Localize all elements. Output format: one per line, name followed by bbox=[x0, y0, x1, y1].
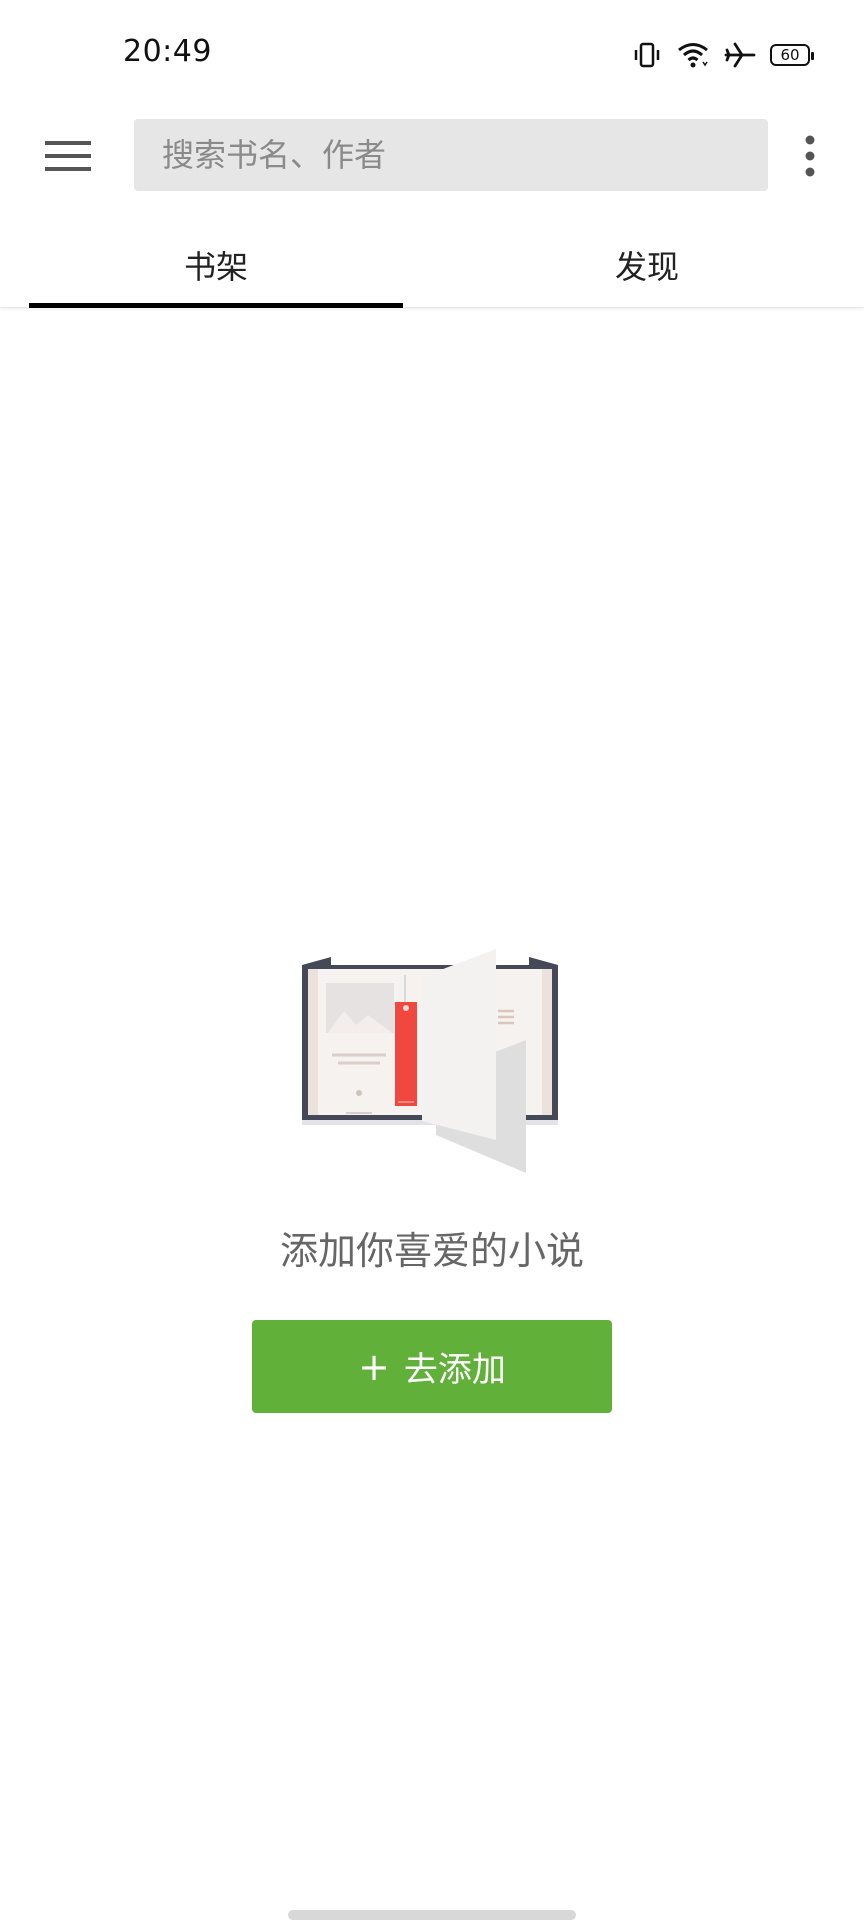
tab-bookshelf[interactable]: 书架 bbox=[29, 222, 403, 308]
top-toolbar bbox=[0, 110, 864, 202]
status-icons: 60 bbox=[632, 38, 814, 72]
hamburger-menu-icon[interactable] bbox=[30, 126, 106, 186]
vibrate-icon bbox=[632, 40, 662, 70]
search-input[interactable] bbox=[134, 119, 768, 191]
status-bar: 20:49 60 bbox=[0, 0, 864, 110]
battery-icon: 60 bbox=[770, 44, 814, 66]
status-time: 20:49 bbox=[123, 34, 212, 69]
add-novel-button[interactable]: + 去添加 bbox=[252, 1320, 612, 1413]
open-book-bookmark-illustration bbox=[296, 945, 566, 1175]
empty-state-message: 添加你喜爱的小说 bbox=[279, 1229, 584, 1273]
home-indicator[interactable] bbox=[288, 1910, 576, 1920]
battery-level: 60 bbox=[780, 45, 800, 64]
airplane-icon bbox=[724, 40, 756, 70]
add-button-label: 去添加 bbox=[403, 1350, 506, 1390]
wifi-icon bbox=[676, 40, 710, 70]
tab-selected-indicator bbox=[29, 303, 403, 308]
bookshelf-screen: 20:49 60 搜索书名、作者 书架 发现 添加你喜爱的小说 + 去添加 bbox=[0, 0, 864, 1920]
more-vertical-icon[interactable] bbox=[790, 126, 830, 186]
tab-discover[interactable]: 发现 bbox=[460, 222, 834, 308]
tab-bar: 书架 发现 bbox=[0, 222, 864, 308]
plus-icon: + bbox=[358, 1344, 390, 1389]
